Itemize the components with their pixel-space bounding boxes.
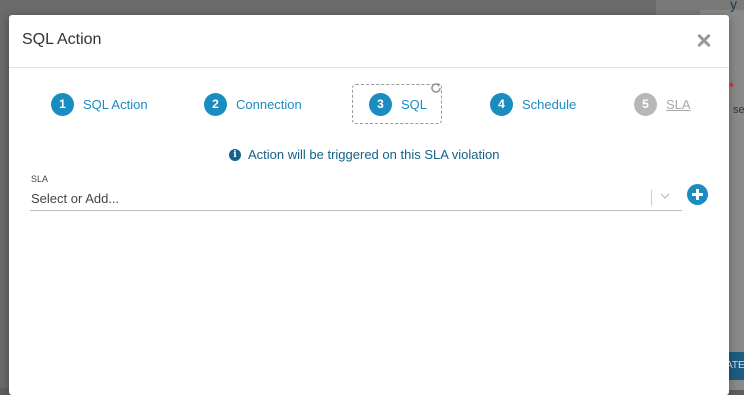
sla-field-label: SLA <box>31 174 49 184</box>
refresh-icon[interactable] <box>430 82 442 94</box>
step-label: Connection <box>236 96 302 112</box>
step-schedule[interactable]: 4 Schedule <box>490 92 576 116</box>
add-sla-button[interactable] <box>687 184 708 205</box>
close-icon[interactable] <box>693 29 715 51</box>
sql-action-modal: SQL Action 1 SQL Action 2 Connection 3 S… <box>9 15 729 395</box>
background-link-fragment: se <box>733 104 744 116</box>
info-text: Action will be triggered on this SLA vio… <box>248 147 500 162</box>
step-label: SQL <box>401 96 428 112</box>
step-label: SLA <box>666 96 691 112</box>
chevron-down-icon[interactable] <box>660 191 670 201</box>
step-label: Schedule <box>522 96 577 112</box>
step-number: 3 <box>369 92 392 116</box>
background-required-mark: * <box>729 80 734 94</box>
background-text-fragment: y <box>730 0 737 12</box>
step-number: 1 <box>51 92 74 116</box>
step-connection[interactable]: 2 Connection <box>204 92 302 116</box>
step-sla[interactable]: 5 SLA <box>634 92 691 116</box>
step-number: 4 <box>490 92 513 116</box>
sla-select-placeholder: Select or Add... <box>31 191 120 206</box>
step-number: 2 <box>204 92 227 116</box>
step-number: 5 <box>634 92 657 116</box>
step-sql[interactable]: 3 SQL <box>369 92 427 116</box>
select-divider <box>651 190 652 206</box>
step-sql-action[interactable]: 1 SQL Action <box>51 92 148 116</box>
step-label: SQL Action <box>83 96 148 112</box>
modal-header: SQL Action <box>9 15 729 68</box>
info-icon: i <box>229 148 241 161</box>
sla-select[interactable]: Select or Add... <box>30 186 682 211</box>
info-message: i Action will be triggered on this SLA v… <box>229 147 499 162</box>
modal-title: SQL Action <box>22 31 102 48</box>
